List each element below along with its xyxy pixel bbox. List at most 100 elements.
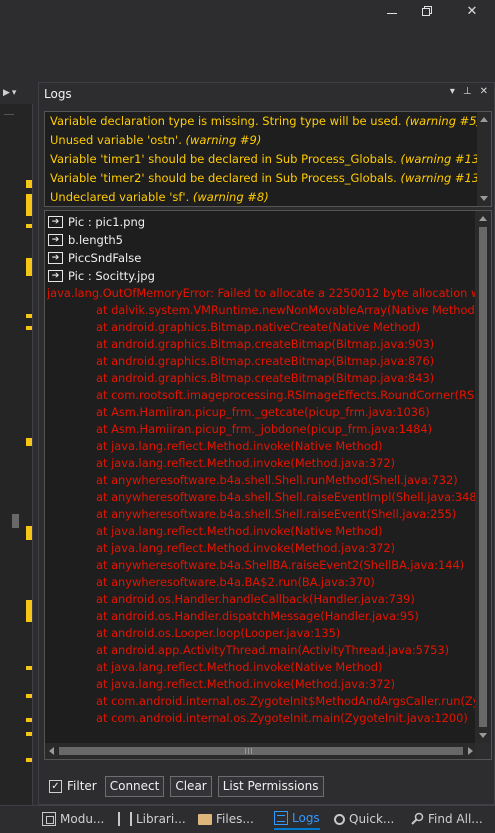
restore-button[interactable] bbox=[410, 0, 444, 22]
warning-item[interactable]: Unused variable 'ostn'. (warning #9) bbox=[45, 131, 491, 150]
stack-frame[interactable]: at anywheresoftware.b4a.shell.Shell.rais… bbox=[45, 506, 475, 523]
log-horizontal-scrollbar[interactable] bbox=[45, 743, 477, 759]
panel-tools: ▾ ⊥ ✕ bbox=[450, 86, 488, 97]
warning-item[interactable]: Variable 'timer2' should be declared in … bbox=[45, 169, 491, 188]
vertical-scroll-thumb[interactable] bbox=[479, 227, 487, 727]
stack-frame[interactable]: at android.graphics.Bitmap.createBitmap(… bbox=[45, 336, 475, 353]
error-message[interactable]: java.lang.OutOfMemoryError: Failed to al… bbox=[45, 285, 475, 302]
stack-frame[interactable]: at com.android.internal.os.ZygoteInit.ma… bbox=[45, 710, 475, 727]
divider bbox=[4, 114, 14, 115]
connect-button[interactable]: Connect bbox=[104, 775, 165, 797]
log-arrow-icon: ➔ bbox=[48, 270, 63, 282]
filter-checkbox[interactable]: ✓ bbox=[49, 779, 62, 793]
stack-frame[interactable]: at java.lang.reflect.Method.invoke(Metho… bbox=[45, 676, 475, 693]
warnings-list[interactable]: Variable declaration type is missing. St… bbox=[44, 111, 492, 207]
tab-libraries[interactable]: Librari... bbox=[118, 808, 186, 830]
log-entry[interactable]: ➔ PiccSndFalse bbox=[45, 249, 475, 267]
log-arrow-icon: ➔ bbox=[48, 252, 63, 264]
pin-icon[interactable]: ⊥ bbox=[463, 86, 472, 97]
panel-dropdown-icon[interactable]: ▾ bbox=[450, 86, 455, 97]
libraries-icon bbox=[118, 812, 132, 826]
stack-frame[interactable]: at Asm.Hamiiran.picup_frm._jobdone(picup… bbox=[45, 421, 475, 438]
warning-item[interactable]: Variable declaration type is missing. St… bbox=[45, 112, 491, 131]
close-panel-icon[interactable]: ✕ bbox=[480, 86, 488, 97]
marker bbox=[26, 258, 32, 276]
stack-frame[interactable]: at anywheresoftware.b4a.ShellBA.raiseEve… bbox=[45, 557, 475, 574]
stack-frame[interactable]: at android.os.Handler.handleCallback(Han… bbox=[45, 591, 475, 608]
panel-title: Logs bbox=[44, 87, 72, 101]
warnings-scrollbar[interactable] bbox=[477, 112, 491, 206]
expand-arrow-icon[interactable]: ▶ bbox=[3, 88, 10, 98]
marker bbox=[26, 600, 32, 622]
stack-frame[interactable]: at anywheresoftware.b4a.shell.Shell.runM… bbox=[45, 472, 475, 489]
marker bbox=[26, 194, 32, 216]
tab-modules[interactable]: Modu... bbox=[42, 808, 104, 830]
stack-frame[interactable]: at android.graphics.Bitmap.nativeCreate(… bbox=[45, 319, 475, 336]
dock-menu-icon[interactable]: ▾ bbox=[12, 88, 17, 98]
log-entry[interactable]: ➔ Pic : Socitty.jpg bbox=[45, 267, 475, 285]
log-entry[interactable]: ➔ b.length5 bbox=[45, 231, 475, 249]
close-window-button[interactable]: ✕ bbox=[455, 0, 489, 22]
marker bbox=[26, 718, 32, 722]
stack-frame[interactable]: at dalvik.system.VMRuntime.newNonMovable… bbox=[45, 302, 475, 319]
folder-icon bbox=[198, 813, 212, 825]
left-dock-scrollbar[interactable] bbox=[4, 108, 32, 828]
scroll-grip-icon bbox=[245, 748, 252, 754]
stack-frame[interactable]: at java.lang.reflect.Method.invoke(Metho… bbox=[45, 540, 475, 557]
marker bbox=[26, 666, 32, 670]
marker bbox=[26, 180, 32, 188]
stack-frame[interactable]: at android.os.Handler.dispatchMessage(Ha… bbox=[45, 608, 475, 625]
restore-icon bbox=[422, 6, 432, 16]
clear-button[interactable]: Clear bbox=[170, 775, 212, 797]
stack-frame[interactable]: at java.lang.reflect.Method.invoke(Metho… bbox=[45, 455, 475, 472]
stack-frame[interactable]: at android.app.ActivityThread.main(Activ… bbox=[45, 642, 475, 659]
left-scroll-thumb[interactable] bbox=[12, 514, 19, 528]
filter-checkbox-wrap[interactable]: ✓ Filter bbox=[49, 779, 97, 793]
marker bbox=[26, 224, 32, 228]
scroll-left-icon[interactable] bbox=[49, 747, 54, 755]
marker bbox=[26, 314, 32, 318]
scroll-up-icon[interactable] bbox=[480, 117, 488, 122]
log-controls: ✓ Filter Connect Clear List Permissions bbox=[49, 775, 324, 797]
left-dock-panel: ▶ ▾ bbox=[0, 82, 33, 833]
stack-frame[interactable]: at Asm.Hamiiran.picup_frm._getcate(picup… bbox=[45, 404, 475, 421]
minimize-icon bbox=[387, 12, 397, 14]
marker bbox=[26, 526, 32, 540]
scroll-up-icon[interactable] bbox=[479, 216, 487, 221]
minimize-button[interactable] bbox=[375, 0, 409, 22]
log-output[interactable]: ➔ Pic : pic1.png ➔ b.length5 ➔ PiccSndFalse… bbox=[44, 210, 492, 760]
tab-quick-search[interactable]: Quick... bbox=[334, 808, 394, 830]
stack-frame[interactable]: at com.rootsoft.imageprocessing.RSImageE… bbox=[45, 387, 475, 404]
stack-frame[interactable]: at android.graphics.Bitmap.createBitmap(… bbox=[45, 353, 475, 370]
scroll-down-icon[interactable] bbox=[479, 733, 487, 738]
tab-find-all[interactable]: Find All... bbox=[410, 808, 483, 830]
warning-item[interactable]: Variable 'timer1' should be declared in … bbox=[45, 150, 491, 169]
log-entry[interactable]: ➔ Pic : pic1.png bbox=[45, 213, 475, 231]
stack-frame[interactable]: at java.lang.reflect.Method.invoke(Nativ… bbox=[45, 523, 475, 540]
search-icon bbox=[334, 813, 345, 825]
stack-frame[interactable]: at com.android.internal.os.ZygoteInit$Me… bbox=[45, 693, 475, 710]
scroll-down-icon[interactable] bbox=[480, 196, 488, 201]
stack-frame[interactable]: at anywheresoftware.b4a.BA$2.run(BA.java… bbox=[45, 574, 475, 591]
find-all-icon bbox=[411, 812, 424, 825]
marker bbox=[26, 758, 32, 762]
tab-files[interactable]: Files... bbox=[198, 808, 254, 830]
stack-frame[interactable]: at android.os.Looper.loop(Looper.java:13… bbox=[45, 625, 475, 642]
warning-item[interactable]: Undeclared variable 'sf'. (warning #8) bbox=[45, 188, 491, 206]
stack-frame[interactable]: at android.graphics.Bitmap.createBitmap(… bbox=[45, 370, 475, 387]
stack-frame[interactable]: at java.lang.reflect.Method.invoke(Nativ… bbox=[45, 438, 475, 455]
scroll-right-icon[interactable] bbox=[468, 747, 473, 755]
marker bbox=[26, 438, 32, 446]
list-permissions-button[interactable]: List Permissions bbox=[217, 775, 324, 797]
filter-label: Filter bbox=[67, 779, 97, 793]
log-vertical-scrollbar[interactable] bbox=[475, 211, 491, 743]
marker bbox=[26, 694, 32, 698]
stack-frame[interactable]: at java.lang.reflect.Method.invoke(Nativ… bbox=[45, 659, 475, 676]
scrollbar-corner bbox=[475, 743, 491, 759]
marker bbox=[26, 326, 32, 330]
tab-logs[interactable]: Logs bbox=[274, 808, 320, 830]
horizontal-scroll-thumb[interactable] bbox=[59, 747, 463, 755]
log-arrow-icon: ➔ bbox=[48, 216, 63, 228]
stack-frame[interactable]: at anywheresoftware.b4a.shell.Shell.rais… bbox=[45, 489, 475, 506]
modules-icon bbox=[42, 812, 56, 826]
